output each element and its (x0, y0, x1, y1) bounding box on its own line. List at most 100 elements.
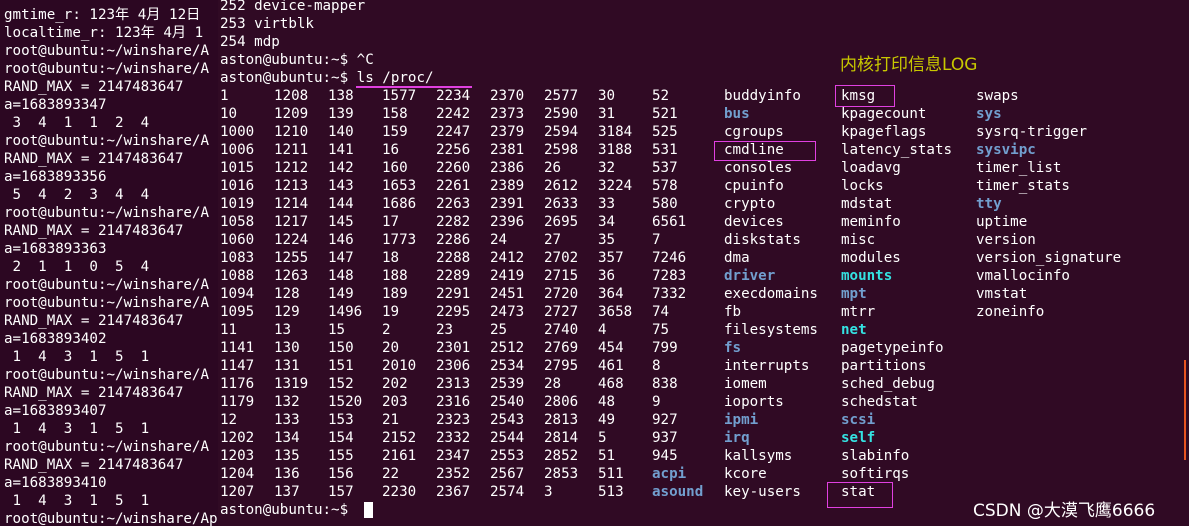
proc-entry: 1520 (328, 394, 363, 410)
proc-entry: 16 (382, 142, 400, 158)
proc-file-entry: interrupts (724, 358, 810, 374)
left-terminal-line: 1 4 3 1 5 1 (4, 493, 150, 509)
proc-file-entry: timer_list (976, 160, 1062, 176)
proc-entry: 2391 (490, 196, 525, 212)
proc-file-entry: cpuinfo (724, 178, 784, 194)
proc-entry: 140 (328, 124, 354, 140)
right-terminal-line: aston@ubuntu:~$ ls /proc/ (220, 70, 434, 86)
proc-entry: 2633 (544, 196, 579, 212)
proc-file-entry: crypto (724, 196, 776, 212)
proc-entry: 149 (328, 286, 354, 302)
proc-entry: 26 (544, 160, 562, 176)
proc-entry: 2715 (544, 268, 579, 284)
proc-file-entry: cgroups (724, 124, 784, 140)
proc-entry: 2347 (436, 448, 471, 464)
proc-entry: 157 (328, 484, 354, 500)
proc-file-entry: net (841, 322, 867, 338)
proc-entry: 35 (598, 232, 616, 248)
proc-entry: 2598 (544, 142, 579, 158)
proc-entry: 1019 (220, 196, 255, 212)
proc-entry: 155 (328, 448, 354, 464)
proc-entry: 74 (652, 304, 670, 320)
proc-entry: 1060 (220, 232, 255, 248)
proc-entry: 160 (382, 160, 408, 176)
left-terminal-line: root@ubuntu:~/winshare/AppNet/2_file (4, 511, 218, 526)
scrollbar-marker[interactable] (1184, 360, 1186, 460)
left-terminal-line: 1 4 3 1 5 1 (4, 349, 150, 365)
proc-entry: 11 (220, 322, 238, 338)
proc-entry: 9 (652, 394, 661, 410)
left-terminal-line: root@ubuntu:~/winshare/A (4, 295, 209, 311)
proc-entry: 158 (382, 106, 408, 122)
left-terminal-line: RAND_MAX = 2147483647 (4, 313, 184, 329)
proc-entry: 927 (652, 412, 678, 428)
proc-entry: 2813 (544, 412, 579, 428)
proc-file-entry: schedstat (841, 394, 918, 410)
left-terminal-line: 5 4 2 3 4 4 (4, 187, 150, 203)
proc-entry: 10 (220, 106, 238, 122)
proc-file-entry: timer_stats (976, 178, 1070, 194)
proc-entry: 52 (652, 88, 670, 104)
proc-file-entry: mtrr (841, 304, 876, 320)
proc-entry: 49 (598, 412, 616, 428)
stat-highlight-box (827, 482, 893, 508)
proc-entry: 2230 (382, 484, 417, 500)
shell-prompt[interactable]: aston@ubuntu:~$ (220, 501, 357, 519)
proc-entry: 2295 (436, 304, 471, 320)
left-terminal-line: a=1683893356 (4, 169, 107, 185)
proc-entry: 454 (598, 340, 624, 356)
left-terminal-line: localtime_r: 123年 4月 1 (4, 25, 204, 41)
proc-entry: 531 (652, 142, 678, 158)
proc-entry: 937 (652, 430, 678, 446)
proc-entry: 2316 (436, 394, 471, 410)
left-terminal-pane[interactable]: gmtime_r: 123年 4月 12日 localtime_r: 123年 4… (0, 0, 218, 526)
proc-entry: 2553 (490, 448, 525, 464)
kmsg-highlight-box (835, 85, 895, 107)
proc-entry: 32 (598, 160, 616, 176)
proc-entry: 2577 (544, 88, 579, 104)
left-terminal-line: RAND_MAX = 2147483647 (4, 457, 184, 473)
proc-entry: 3188 (598, 142, 633, 158)
proc-entry: 580 (652, 196, 678, 212)
proc-entry: 152 (328, 376, 354, 392)
proc-entry: 525 (652, 124, 678, 140)
proc-file-entry: modules (841, 250, 901, 266)
proc-entry: 2853 (544, 466, 579, 482)
proc-entry: 51 (598, 448, 616, 464)
proc-entry: 24 (490, 232, 508, 248)
proc-entry: 143 (328, 178, 354, 194)
right-terminal-pane[interactable]: 252 device-mapper 253 virtblk 254 mdp aston… (218, 0, 1189, 526)
left-terminal-line: root@ubuntu:~/winshare/A (4, 43, 209, 59)
left-terminal-line: a=1683893402 (4, 331, 107, 347)
left-terminal-line: RAND_MAX = 2147483647 (4, 385, 184, 401)
proc-entry: 159 (382, 124, 408, 140)
proc-entry: 7 (652, 232, 661, 248)
proc-entry: 2010 (382, 358, 417, 374)
proc-entry: 1224 (274, 232, 309, 248)
proc-entry: 12 (220, 412, 238, 428)
proc-entry: 2412 (490, 250, 525, 266)
proc-file-entry: version (976, 232, 1036, 248)
proc-file-entry: ioports (724, 394, 784, 410)
proc-file-entry: vmstat (976, 286, 1028, 302)
proc-entry: 2473 (490, 304, 525, 320)
proc-file-entry: meminfo (841, 214, 901, 230)
proc-entry: 148 (328, 268, 354, 284)
proc-entry: 3184 (598, 124, 633, 140)
proc-entry: 21 (382, 412, 400, 428)
left-terminal-line: root@ubuntu:~/winshare/A (4, 133, 209, 149)
proc-entry: 154 (328, 430, 354, 446)
proc-entry: 1255 (274, 250, 309, 266)
proc-file-entry: locks (841, 178, 884, 194)
proc-entry: 137 (274, 484, 300, 500)
proc-entry: 2769 (544, 340, 579, 356)
proc-file-entry: slabinfo (841, 448, 910, 464)
proc-entry: 2352 (436, 466, 471, 482)
proc-entry: 1147 (220, 358, 255, 374)
proc-entry: 521 (652, 106, 678, 122)
proc-file-entry: kpagecount (841, 106, 927, 122)
proc-entry: 1263 (274, 268, 309, 284)
left-terminal-line: RAND_MAX = 2147483647 (4, 223, 184, 239)
proc-file-entry: fs (724, 340, 742, 356)
proc-entry: 2720 (544, 286, 579, 302)
